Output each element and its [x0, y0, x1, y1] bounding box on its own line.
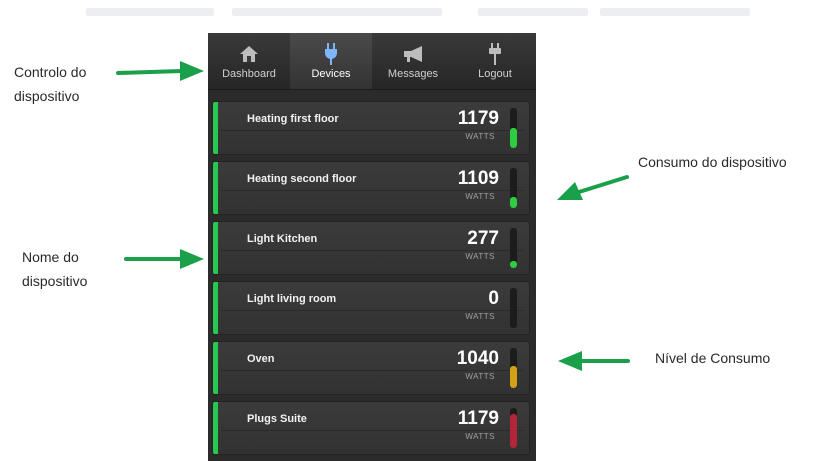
annotation-control: Controlo do dispositivo [14, 60, 86, 108]
browser-toolbar-fragment [86, 8, 214, 16]
annotation-name-line1: Nome do [22, 249, 79, 265]
row-divider [221, 370, 523, 371]
device-row[interactable]: Heating first floor 1179 WATTS [212, 101, 530, 155]
device-consumption-unit: WATTS [465, 252, 495, 261]
arrow-left-icon [557, 175, 629, 200]
device-consumption-unit: WATTS [465, 132, 495, 141]
tab-devices-label: Devices [311, 67, 351, 80]
consumption-level-fill [510, 196, 517, 208]
device-name: Heating first floor [247, 113, 339, 125]
arrow-right-icon [124, 249, 204, 269]
device-row[interactable]: Light Kitchen 277 WATTS [212, 221, 530, 275]
plug-icon [323, 42, 339, 65]
logout-icon [488, 42, 502, 65]
device-row[interactable]: Heating second floor 1109 WATTS [212, 161, 530, 215]
tab-dashboard[interactable]: Dashboard [208, 33, 290, 89]
arrow-left-icon [558, 351, 630, 371]
consumption-level-meter [510, 348, 517, 388]
browser-toolbar-fragment [600, 8, 750, 16]
row-divider [221, 130, 523, 131]
annotation-level: Nível de Consumo [655, 350, 771, 366]
consumption-level-fill [510, 414, 517, 448]
device-name: Oven [247, 353, 275, 365]
row-divider [221, 430, 523, 431]
nav-bar: Dashboard Devices Messages Logout [208, 33, 536, 90]
consumption-level-fill [510, 128, 517, 148]
device-name: Light Kitchen [247, 233, 318, 245]
tab-devices[interactable]: Devices [290, 33, 372, 89]
browser-toolbar-fragment [478, 8, 588, 16]
arrow-right-icon [116, 61, 204, 81]
annotation-name-line2: dispositivo [22, 273, 88, 289]
device-name: Light living room [247, 293, 337, 305]
browser-toolbar-fragment [232, 8, 442, 16]
home-icon [239, 43, 259, 65]
device-consumption-unit: WATTS [465, 312, 495, 321]
megaphone-icon [401, 43, 425, 65]
annotation-consumption: Consumo do dispositivo [638, 154, 787, 170]
tab-logout[interactable]: Logout [454, 33, 536, 89]
annotation-control-line2: dispositivo [14, 88, 80, 104]
device-consumption-value: 1179 [457, 108, 499, 129]
device-name: Plugs Suite [247, 413, 307, 425]
device-status-bar [213, 222, 218, 274]
device-status-bar [213, 102, 218, 154]
consumption-level-meter [510, 108, 517, 148]
device-status-bar [213, 342, 218, 394]
device-row[interactable]: Oven 1040 WATTS [212, 341, 530, 395]
device-consumption-value: 1109 [457, 168, 499, 189]
annotation-name: Nome do dispositivo [22, 245, 87, 293]
tab-dashboard-label: Dashboard [222, 67, 276, 80]
tab-messages-label: Messages [387, 67, 439, 80]
consumption-level-meter [510, 228, 517, 268]
consumption-level-meter [510, 168, 517, 208]
device-consumption-value: 0 [488, 288, 499, 309]
consumption-level-meter [510, 288, 517, 328]
device-consumption-unit: WATTS [465, 432, 495, 441]
device-consumption-unit: WATTS [465, 372, 495, 381]
device-consumption-unit: WATTS [465, 192, 495, 201]
device-consumption-value: 277 [467, 228, 499, 249]
device-status-bar [213, 162, 218, 214]
consumption-level-meter [510, 408, 517, 448]
row-divider [221, 310, 523, 311]
device-consumption-value: 1040 [456, 348, 499, 369]
device-row[interactable]: Plugs Suite 1179 WATTS [212, 401, 530, 455]
device-consumption-value: 1179 [457, 408, 499, 429]
devices-app-screen: Dashboard Devices Messages Logout Heatin… [208, 33, 536, 461]
tab-messages[interactable]: Messages [372, 33, 454, 89]
annotation-control-line1: Controlo do [14, 64, 87, 80]
consumption-level-fill [510, 366, 517, 388]
consumption-level-fill [510, 260, 517, 268]
tab-logout-label: Logout [478, 67, 512, 80]
device-name: Heating second floor [247, 173, 357, 185]
row-divider [221, 190, 523, 191]
device-row[interactable]: Light living room 0 WATTS [212, 281, 530, 335]
row-divider [221, 250, 523, 251]
device-status-bar [213, 402, 218, 454]
device-status-bar [213, 282, 218, 334]
